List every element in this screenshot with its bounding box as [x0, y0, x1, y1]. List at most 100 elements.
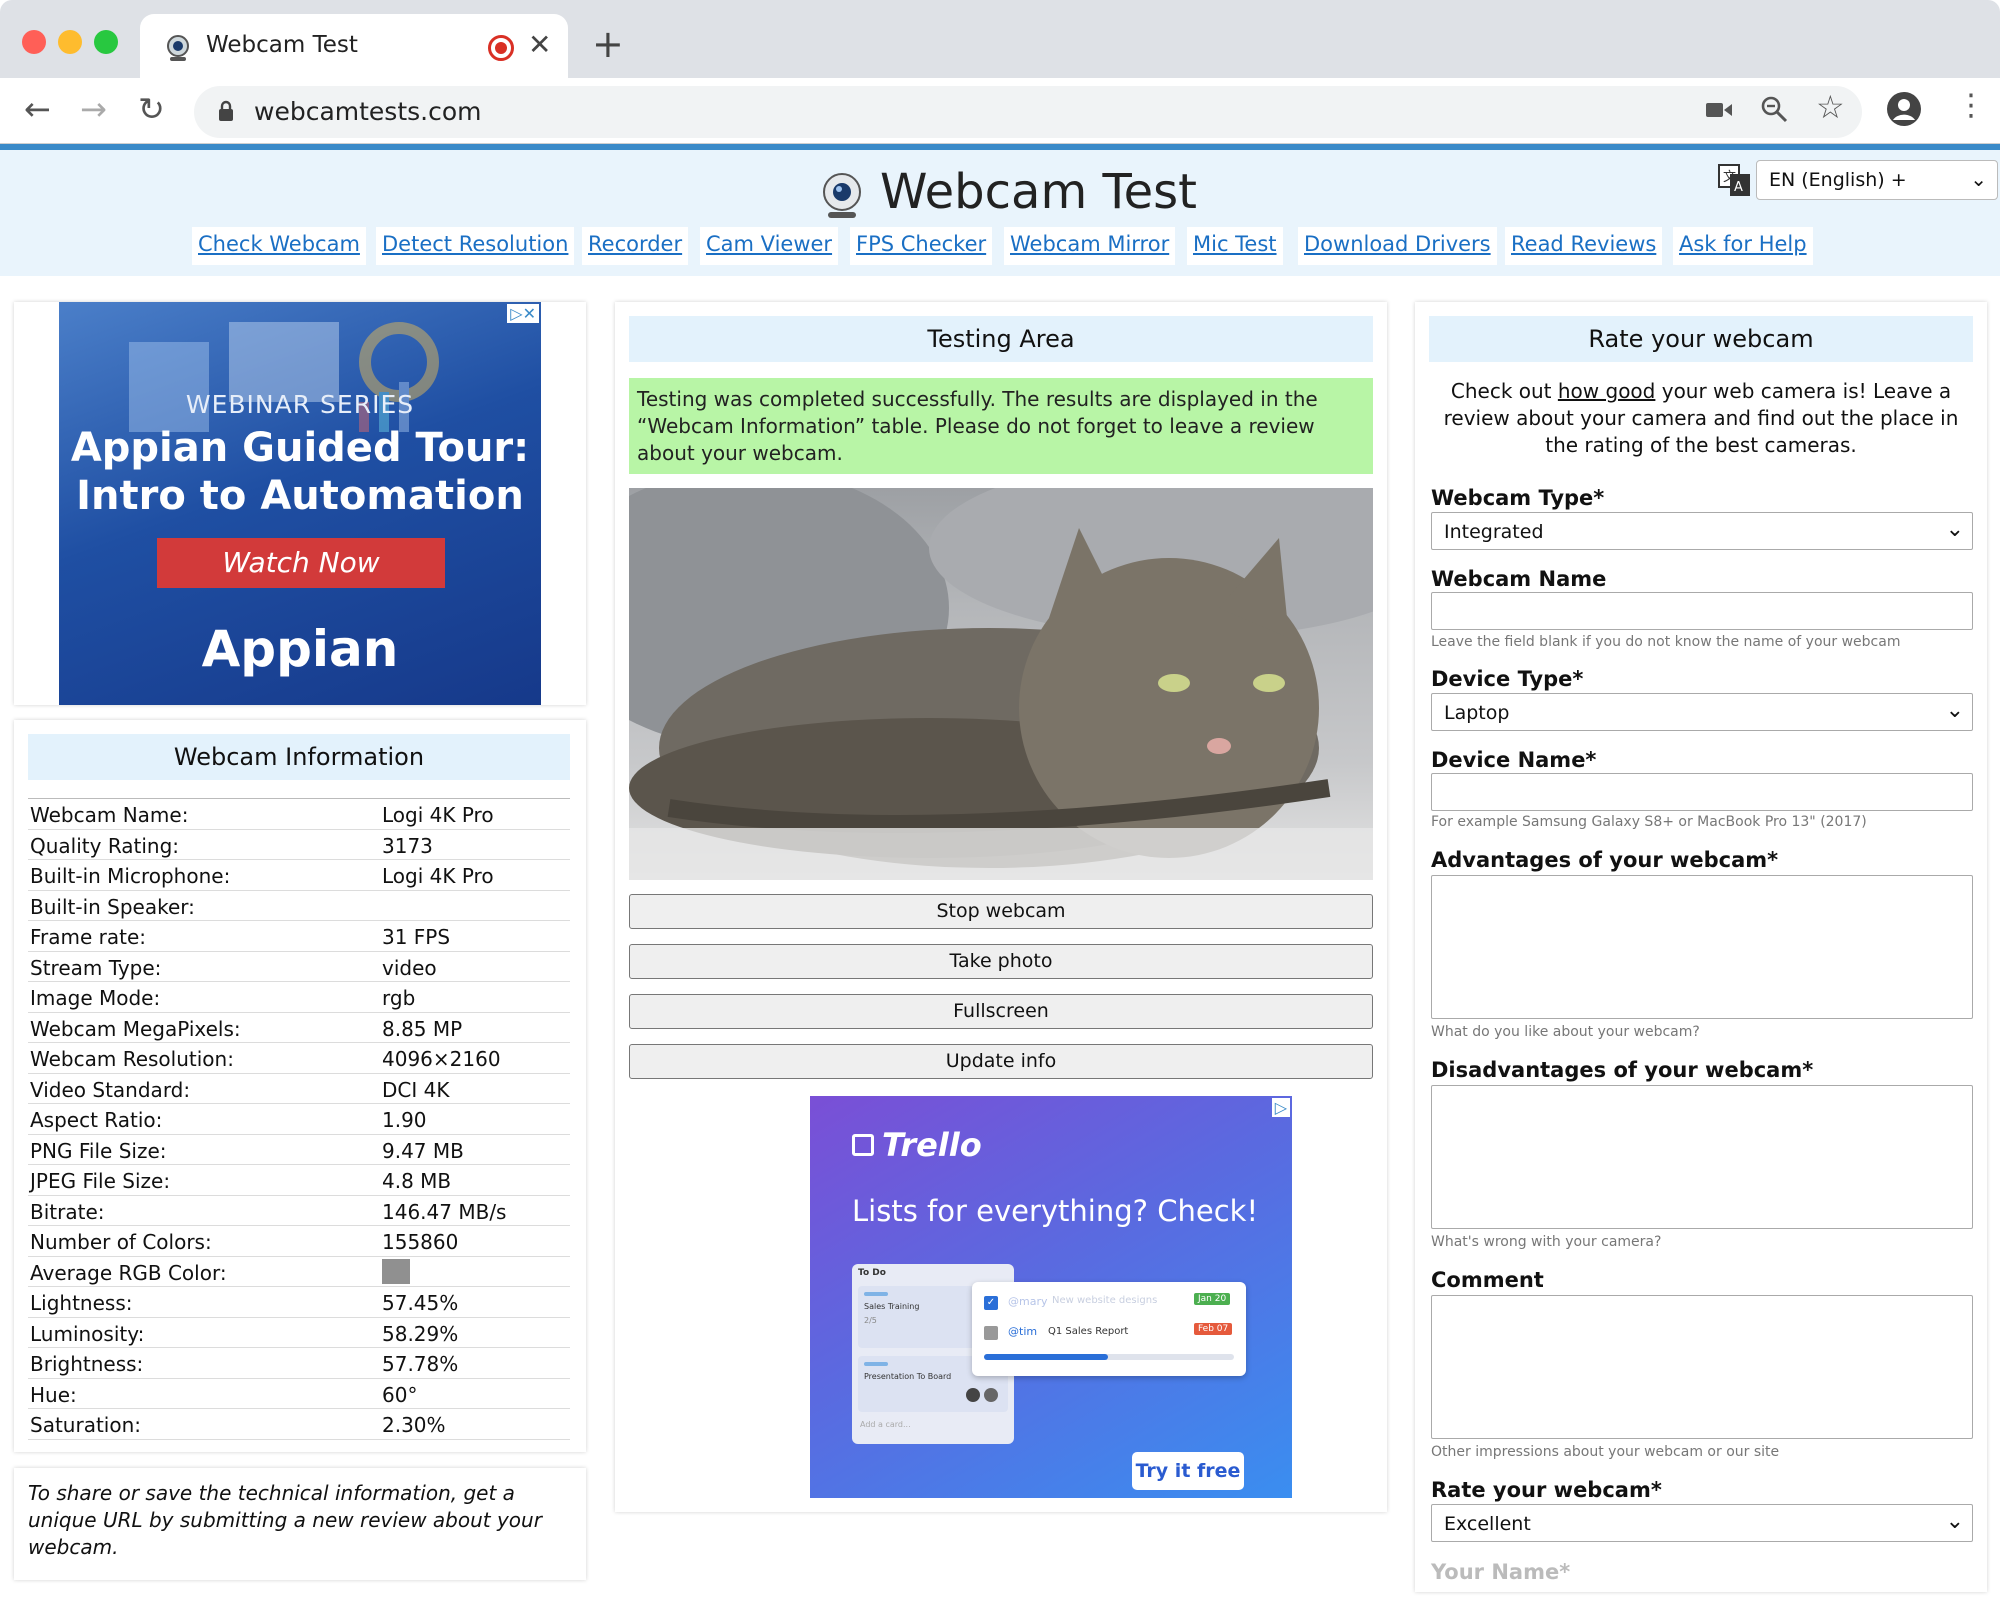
table-row: Webcam MegaPixels: 8.85 MP — [28, 1013, 570, 1043]
trello-logo-icon — [852, 1134, 874, 1156]
comment-textarea[interactable] — [1431, 1295, 1973, 1439]
table-row: Built-in Speaker: — [28, 891, 570, 921]
webcam-information-table: Webcam Name: Logi 4K Pro Quality Rating: 3… — [28, 798, 570, 1440]
disadvantages-label: Disadvantages of your webcam* — [1431, 1058, 1814, 1082]
comment-hint: Other impressions about your webcam or o… — [1431, 1444, 1780, 1460]
chevron-down-icon: ⌄ — [1945, 698, 1964, 723]
share-note-panel: To share or save the technical informati… — [14, 1468, 586, 1580]
site-title: Webcam Test — [880, 164, 1197, 220]
trello-logo: Trello — [882, 1126, 982, 1164]
table-row: Average RGB Color: — [28, 1257, 570, 1287]
device-type-select[interactable]: Laptop ⌄ — [1431, 693, 1973, 731]
table-row: Hue: 60° — [28, 1379, 570, 1409]
disadvantages-hint: What's wrong with your camera? — [1431, 1234, 1662, 1250]
your-name-label: Your Name* — [1431, 1560, 1571, 1584]
advertisement-appian: ▷✕ WEBINAR SERIES Appian Guided Tour: In… — [14, 302, 586, 705]
table-row: Quality Rating: 3173 — [28, 830, 570, 860]
device-name-input[interactable] — [1431, 773, 1973, 811]
table-row: PNG File Size: 9.47 MB — [28, 1135, 570, 1165]
nav-link-mic-test[interactable]: Mic Test — [1187, 227, 1283, 265]
browser-tab[interactable]: Webcam Test ✕ — [140, 14, 568, 80]
how-good-link[interactable]: how good — [1558, 379, 1656, 403]
translate-icon: 文 A — [1718, 164, 1750, 196]
rating-select[interactable]: Excellent ⌄ — [1431, 1504, 1973, 1542]
ad-choices-icon[interactable]: ▷ — [1271, 1098, 1290, 1117]
success-message: Testing was completed successfully. The … — [629, 378, 1373, 474]
webcam-video-feed — [629, 488, 1373, 880]
nav-link-fps-checker[interactable]: FPS Checker — [850, 227, 993, 265]
share-note-text: To share or save the technical informati… — [28, 1481, 542, 1559]
table-row: Webcam Resolution: 4096×2160 — [28, 1043, 570, 1074]
table-row: Luminosity: 58.29% — [28, 1318, 570, 1348]
comment-label: Comment — [1431, 1268, 1544, 1292]
appian-logo: Appian — [201, 620, 399, 678]
webcam-name-input[interactable] — [1431, 592, 1973, 630]
try-it-free-button[interactable]: Try it free — [1132, 1452, 1244, 1490]
webcam-favicon-icon — [167, 35, 189, 61]
nav-link-cam-viewer[interactable]: Cam Viewer — [700, 227, 839, 265]
device-type-label: Device Type* — [1431, 667, 1584, 691]
close-window-button[interactable] — [22, 30, 46, 54]
testing-area-panel: Testing Area Testing was completed succe… — [615, 302, 1387, 1512]
language-select[interactable]: EN (English) + ⌄ — [1756, 160, 1998, 200]
forward-icon[interactable]: → — [80, 90, 107, 128]
take-photo-button[interactable]: Take photo — [629, 944, 1373, 979]
site-header: Webcam Test 文 A EN (English) + ⌄ Check W… — [0, 144, 2000, 276]
nav-link-recorder[interactable]: Recorder — [582, 227, 689, 265]
browser-toolbar: ← → ↻ webcamtests.com ☆ ⋮ — [0, 78, 2000, 144]
webcam-logo-icon — [823, 173, 861, 218]
address-bar[interactable]: webcamtests.com — [194, 86, 1862, 138]
nav-link-webcam-mirror[interactable]: Webcam Mirror — [1004, 227, 1176, 265]
table-row: Bitrate: 146.47 MB/s — [28, 1196, 570, 1226]
nav-link-download-drivers[interactable]: Download Drivers — [1298, 227, 1497, 265]
testing-area-title: Testing Area — [629, 316, 1373, 362]
advantages-textarea[interactable] — [1431, 875, 1973, 1019]
table-row: Stream Type: video — [28, 952, 570, 982]
webcam-type-label: Webcam Type* — [1431, 486, 1605, 510]
close-tab-icon[interactable]: ✕ — [528, 28, 551, 61]
update-info-button[interactable]: Update info — [629, 1044, 1373, 1079]
chevron-down-icon: ⌄ — [1970, 167, 1987, 191]
card-list-title: To Do — [858, 1268, 886, 1278]
table-row: Number of Colors: 155860 — [28, 1226, 570, 1257]
bookmark-star-icon[interactable]: ☆ — [1816, 88, 1845, 126]
maximize-window-button[interactable] — [94, 30, 118, 54]
table-row: Video Standard: DCI 4K — [28, 1074, 570, 1104]
advantages-label: Advantages of your webcam* — [1431, 848, 1779, 872]
recording-indicator-icon — [488, 35, 514, 61]
ad-banner[interactable]: ▷✕ WEBINAR SERIES Appian Guided Tour: In… — [59, 302, 541, 705]
new-tab-icon[interactable]: + — [592, 22, 624, 66]
nav-link-check-webcam[interactable]: Check Webcam — [192, 227, 366, 265]
webcam-type-select[interactable]: Integrated ⌄ — [1431, 512, 1973, 550]
ad-series-label: WEBINAR SERIES — [185, 390, 415, 419]
average-color-swatch — [382, 1258, 410, 1284]
reload-icon[interactable]: ↻ — [138, 90, 165, 128]
profile-avatar-icon[interactable] — [1886, 91, 1922, 127]
zoom-icon[interactable] — [1760, 95, 1788, 123]
minimize-window-button[interactable] — [58, 30, 82, 54]
nav-link-ask-for-help[interactable]: Ask for Help — [1673, 227, 1813, 265]
ad-choices-icon[interactable]: ▷✕ — [507, 304, 539, 323]
rate-webcam-panel: Rate your webcam Check out how good your… — [1415, 302, 1987, 1592]
tab-title: Webcam Test — [206, 32, 358, 58]
disadvantages-textarea[interactable] — [1431, 1085, 1973, 1229]
chevron-down-icon: ⌄ — [1945, 517, 1964, 542]
url-text: webcamtests.com — [254, 97, 482, 126]
rating-label: Rate your webcam* — [1431, 1478, 1662, 1502]
chevron-down-icon: ⌄ — [1945, 1509, 1964, 1534]
language-value: EN (English) + — [1769, 169, 1907, 191]
svg-text:A: A — [1734, 180, 1743, 195]
nav-link-detect-resolution[interactable]: Detect Resolution — [376, 227, 575, 265]
fullscreen-button[interactable]: Fullscreen — [629, 994, 1373, 1029]
webcam-frame-image — [629, 488, 1373, 880]
advertisement-trello[interactable]: ▷ Trello Lists for everything? Check! To… — [810, 1096, 1292, 1498]
back-icon[interactable]: ← — [24, 90, 51, 128]
browser-menu-icon[interactable]: ⋮ — [1956, 88, 1986, 123]
stop-webcam-button[interactable]: Stop webcam — [629, 894, 1373, 929]
watch-now-button[interactable]: Watch Now — [157, 538, 445, 588]
camera-in-use-icon[interactable] — [1706, 100, 1732, 120]
table-row: Saturation: 2.30% — [28, 1409, 570, 1440]
device-name-label: Device Name* — [1431, 748, 1597, 772]
nav-link-read-reviews[interactable]: Read Reviews — [1505, 227, 1663, 265]
advantages-hint: What do you like about your webcam? — [1431, 1024, 1700, 1040]
